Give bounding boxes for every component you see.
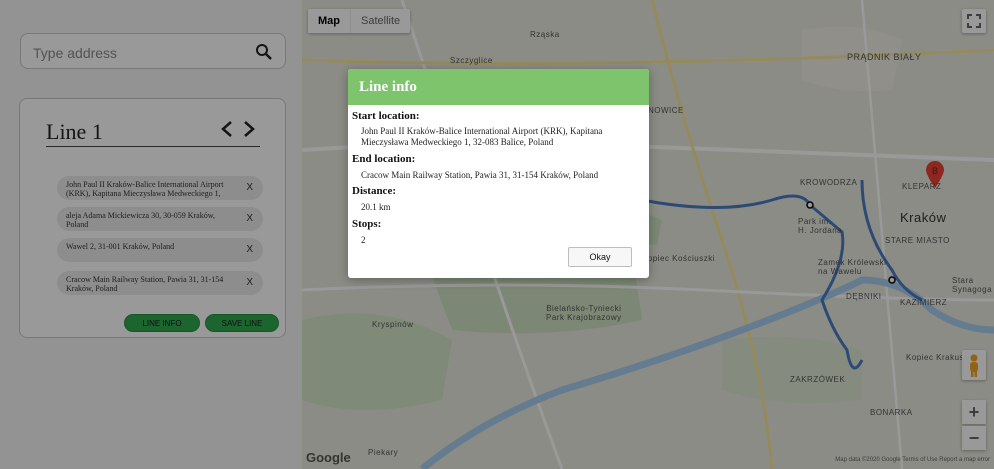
start-location-value: John Paul II Kraków-Balice International… (361, 126, 603, 147)
stops-label: Stops: (352, 218, 382, 230)
okay-button[interactable]: Okay (568, 247, 632, 267)
end-location-value: Cracow Main Railway Station, Pawia 31, 3… (361, 170, 599, 180)
stops-value: 2 (361, 235, 366, 245)
start-location-label: Start location: (352, 110, 420, 122)
dialog-title: Line info (348, 69, 649, 105)
distance-label: Distance: (352, 185, 396, 197)
distance-value: 20.1 km (361, 202, 391, 212)
line-info-dialog: Line info Start location: John Paul II K… (348, 69, 649, 278)
end-location-label: End location: (352, 153, 416, 165)
